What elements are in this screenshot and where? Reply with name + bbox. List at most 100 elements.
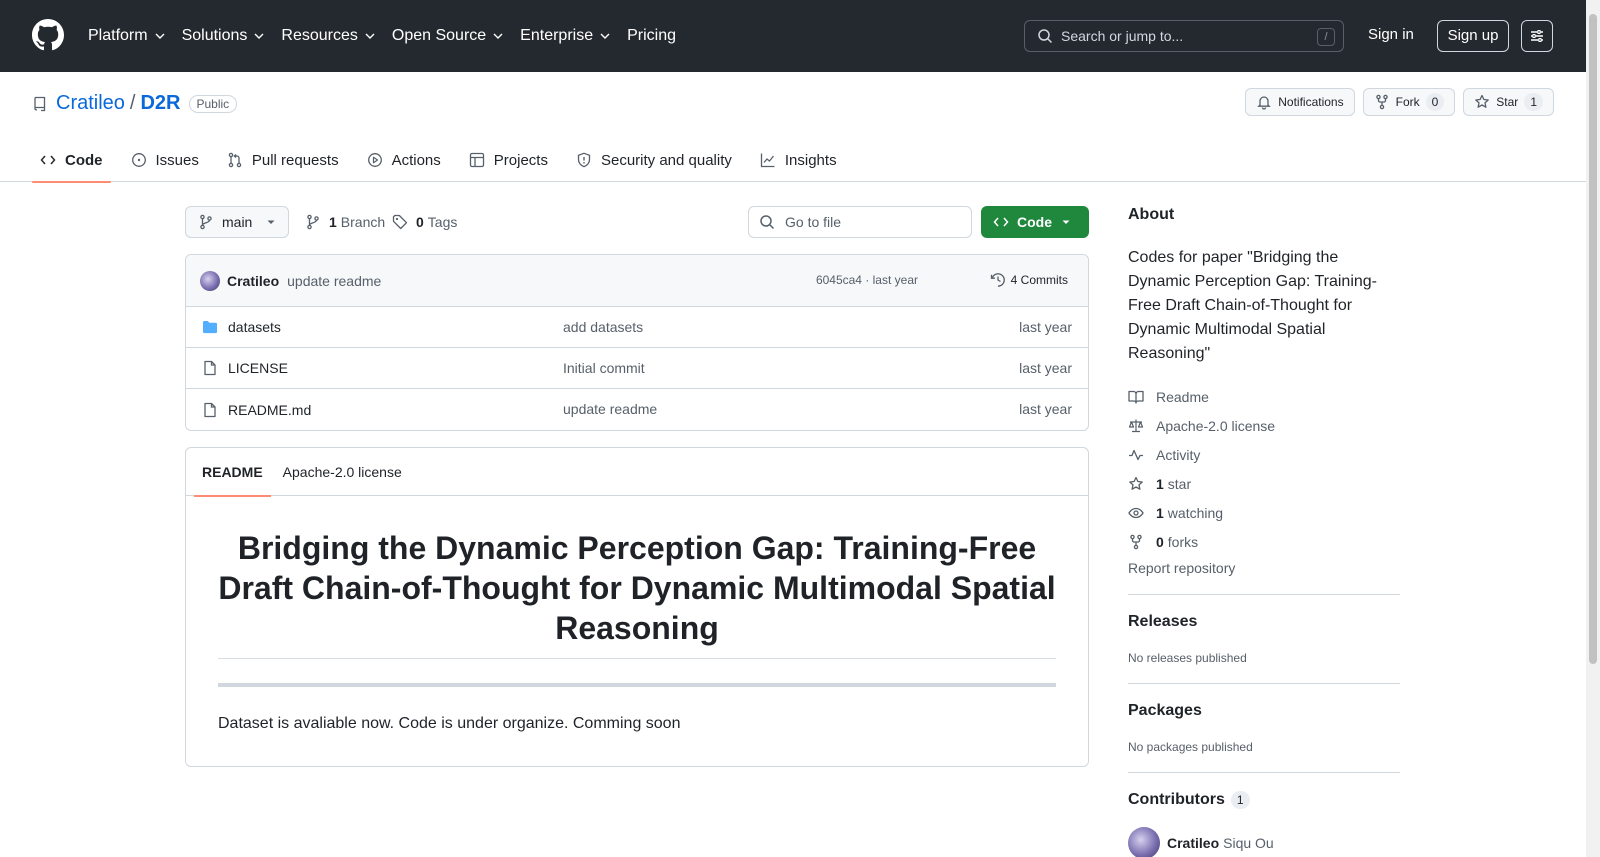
settings-menu-button[interactable] <box>1521 20 1553 52</box>
tab-insights[interactable]: Insights <box>752 138 845 182</box>
tag-count: 0 <box>416 214 424 230</box>
branch-name: main <box>222 214 253 230</box>
scrollbar-thumb[interactable] <box>1589 14 1597 664</box>
pulse-icon <box>1129 449 1143 460</box>
repo-sidebar: About Codes for paper "Bridging the Dyna… <box>1128 206 1400 857</box>
nav-enterprise[interactable]: Enterprise <box>520 27 611 45</box>
chevron-down-icon <box>254 33 264 39</box>
nav-open-source[interactable]: Open Source <box>392 27 504 45</box>
packages-heading[interactable]: Packages <box>1128 702 1400 720</box>
code-dropdown-button[interactable]: Code <box>981 206 1089 238</box>
notifications-button[interactable]: Notifications <box>1245 88 1355 116</box>
tab-label: Code <box>65 151 103 169</box>
law-icon <box>1128 419 1144 432</box>
search-placeholder: Search or jump to... <box>1061 28 1184 44</box>
forks-link[interactable]: 0 forks <box>1128 527 1400 556</box>
star-label: Star <box>1496 95 1519 109</box>
nav-pricing[interactable]: Pricing <box>627 27 676 45</box>
history-icon <box>990 273 1005 287</box>
tab-label: Issues <box>155 151 199 169</box>
file-commit-link[interactable]: update readme <box>563 401 657 417</box>
report-repository-link[interactable]: Report repository <box>1128 560 1400 576</box>
eye-icon <box>1128 507 1144 518</box>
file-date: last year <box>1019 319 1072 335</box>
releases-heading[interactable]: Releases <box>1128 613 1400 631</box>
watchers-link[interactable]: 1 watching <box>1128 498 1400 527</box>
page-scrollbar[interactable] <box>1586 0 1600 857</box>
go-to-file-input[interactable]: Go to file <box>748 206 972 238</box>
commit-message-link[interactable]: update readme <box>287 273 381 289</box>
shield-icon <box>577 152 591 168</box>
stars-link[interactable]: 1 star <box>1128 469 1400 498</box>
nav-solutions[interactable]: Solutions <box>182 27 266 45</box>
file-icon <box>204 402 216 417</box>
commit-author-link[interactable]: Cratileo <box>227 273 279 289</box>
tab-code[interactable]: Code <box>32 138 111 183</box>
divider <box>1128 683 1400 684</box>
stars-count: 1 <box>1156 475 1164 492</box>
notifications-label: Notifications <box>1278 95 1344 109</box>
commits-history-link[interactable]: 4 Commits <box>990 272 1068 288</box>
github-logo-icon[interactable] <box>32 19 64 51</box>
tab-issues[interactable]: Issues <box>123 138 207 182</box>
fork-button[interactable]: Fork 0 <box>1362 88 1456 116</box>
readme-paragraph: Dataset is avaliable now. Code is under … <box>218 715 681 732</box>
contributors-heading[interactable]: Contributors 1 <box>1128 791 1400 809</box>
star-icon <box>1129 476 1143 490</box>
repo-name-link[interactable]: D2R <box>140 92 180 115</box>
branches-link[interactable]: 1 Branch <box>305 206 385 238</box>
table-icon <box>469 152 484 168</box>
folder-icon <box>203 321 217 334</box>
tab-label: Security and quality <box>600 151 732 169</box>
license-link-label: Apache-2.0 license <box>1156 417 1276 434</box>
file-toolbar: main 1 Branch 0 Tags Go to file Code <box>185 206 1089 238</box>
star-count: 1 <box>1524 93 1543 111</box>
avatar[interactable] <box>200 270 220 291</box>
avatar[interactable] <box>1128 827 1160 857</box>
tab-readme[interactable]: README <box>194 448 271 497</box>
contributor-full-name: Siqu Ou <box>1223 835 1274 851</box>
fork-label: Fork <box>1395 95 1420 109</box>
repo-main: main 1 Branch 0 Tags Go to file Code Cra… <box>185 206 1089 767</box>
file-name-link[interactable]: datasets <box>228 319 281 335</box>
repo-icon <box>34 96 46 111</box>
commit-hash-meta[interactable]: 6045ca4 · last year <box>816 273 918 287</box>
repo-tabs: Code Issues Pull requests Actions Projec… <box>32 138 857 183</box>
nav-label: Open Source <box>391 27 487 44</box>
tags-link[interactable]: 0 Tags <box>392 206 457 238</box>
caret-down-icon <box>267 220 275 224</box>
divider <box>218 683 1056 687</box>
readme-content: Bridging the Dynamic Perception Gap: Tra… <box>186 496 1088 765</box>
readme-title: Bridging the Dynamic Perception Gap: Tra… <box>218 528 1056 659</box>
repo-owner-link[interactable]: Cratileo <box>56 92 125 115</box>
star-button[interactable]: Star 1 <box>1463 88 1554 116</box>
activity-link[interactable]: Activity <box>1128 440 1400 469</box>
tab-actions[interactable]: Actions <box>359 138 449 182</box>
branch-label: Branch <box>340 214 386 230</box>
file-name-link[interactable]: README.md <box>228 402 311 418</box>
contributor-item[interactable]: Cratileo Siqu Ou <box>1128 827 1400 857</box>
sign-up-button[interactable]: Sign up <box>1437 20 1509 52</box>
global-search-input[interactable]: Search or jump to... / <box>1024 20 1344 52</box>
tab-security[interactable]: Security and quality <box>568 138 740 182</box>
file-commit-link[interactable]: Initial commit <box>563 360 645 376</box>
nav-platform[interactable]: Platform <box>88 27 166 45</box>
sign-in-link[interactable]: Sign in <box>1368 26 1414 43</box>
license-link[interactable]: Apache-2.0 license <box>1128 411 1400 440</box>
table-row: README.md update readme last year <box>186 389 1088 430</box>
divider <box>1128 594 1400 595</box>
search-icon <box>1038 29 1053 44</box>
readme-link-label: Readme <box>1156 388 1209 405</box>
tag-icon <box>392 214 408 230</box>
nav-resources[interactable]: Resources <box>281 27 375 45</box>
nav-label: Resources <box>281 27 358 44</box>
branch-selector-button[interactable]: main <box>185 206 289 238</box>
file-listing: Cratileo update readme 6045ca4 · last ye… <box>185 254 1089 431</box>
file-date: last year <box>1019 360 1072 376</box>
tab-license[interactable]: Apache-2.0 license <box>275 448 410 496</box>
file-commit-link[interactable]: add datasets <box>563 319 643 335</box>
file-name-link[interactable]: LICENSE <box>228 360 288 376</box>
tab-pull-requests[interactable]: Pull requests <box>219 138 347 182</box>
readme-link[interactable]: Readme <box>1128 382 1400 411</box>
tab-projects[interactable]: Projects <box>461 138 556 182</box>
